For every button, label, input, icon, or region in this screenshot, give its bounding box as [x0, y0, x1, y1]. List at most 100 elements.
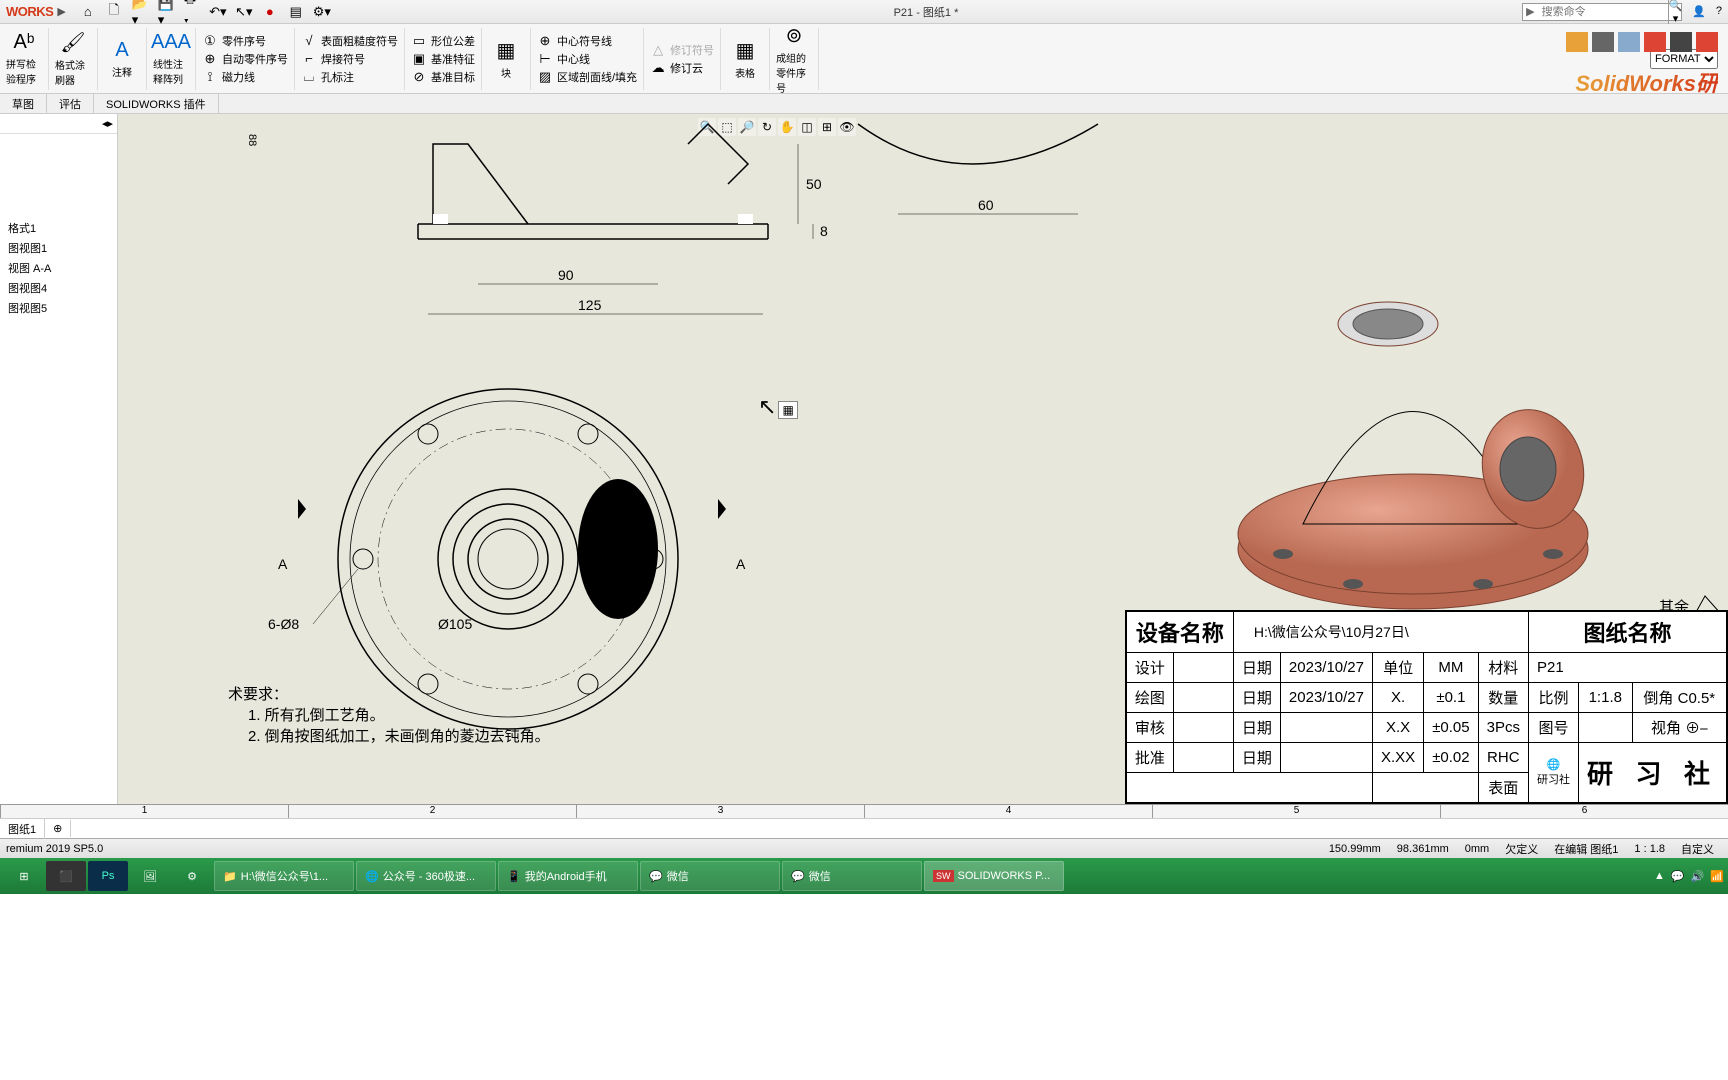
- options-icon[interactable]: ⚙▾: [314, 4, 330, 20]
- scale-status[interactable]: 1 : 1.8: [1634, 843, 1665, 855]
- svg-text:8: 8: [820, 223, 828, 239]
- system-tray[interactable]: ▲💬🔊📶: [1654, 870, 1724, 883]
- rev-symbol-button[interactable]: △修订符号: [650, 42, 714, 58]
- datum-button[interactable]: ▣基准特征: [411, 51, 475, 67]
- tree-node[interactable]: 格式1: [4, 218, 113, 238]
- svg-text:125: 125: [578, 297, 602, 313]
- title-right-icons: 👤 ?: [1692, 5, 1722, 18]
- color-swatch[interactable]: [1670, 32, 1692, 52]
- color-swatch[interactable]: [1592, 32, 1614, 52]
- surface-finish-button[interactable]: √表面粗糙度符号: [301, 33, 398, 49]
- tab-plugins[interactable]: SOLIDWORKS 插件: [94, 94, 219, 113]
- undo-icon[interactable]: ↶▾: [210, 4, 226, 20]
- svg-text:90: 90: [558, 267, 574, 283]
- tab-sketch[interactable]: 草图: [0, 94, 47, 113]
- hole-callout-button[interactable]: ⌴孔标注: [301, 69, 398, 85]
- add-sheet-icon[interactable]: ⊕: [45, 820, 71, 837]
- color-swatch[interactable]: [1696, 32, 1718, 52]
- svg-text:A: A: [736, 556, 746, 572]
- search-input[interactable]: [1538, 6, 1668, 18]
- task-wechat2[interactable]: 💬 微信: [782, 861, 922, 891]
- spellcheck-button[interactable]: Aᵇ拼写检验程序: [6, 31, 42, 86]
- help-icon[interactable]: ?: [1716, 5, 1722, 18]
- list-icon[interactable]: ▤: [288, 4, 304, 20]
- ribbon: Aᵇ拼写检验程序 🖌格式涂刷器 A注释 AAA线性注释阵列 ①零件序号 ⊕自动零…: [0, 24, 1728, 94]
- table-button[interactable]: ▦表格: [727, 38, 763, 80]
- tree-node[interactable]: 图视图4: [4, 278, 113, 298]
- bottom-ruler: 123 456: [0, 804, 1728, 818]
- title-block: 设备名称 H:\微信公众号\10月27日\ 图纸名称 设计 日期2023/10/…: [1125, 610, 1728, 804]
- open-icon[interactable]: 📂▾: [132, 4, 148, 20]
- color-swatch[interactable]: [1618, 32, 1640, 52]
- rebuild-icon[interactable]: ●: [262, 4, 278, 20]
- centermark-button[interactable]: ⊕中心符号线: [537, 33, 637, 49]
- coord-x: 150.99mm: [1329, 843, 1381, 855]
- svg-text:Ø105: Ø105: [438, 616, 472, 632]
- sheet-tab[interactable]: 图纸1: [0, 819, 45, 839]
- save-icon[interactable]: 💾▾: [158, 4, 174, 20]
- arrow-icon[interactable]: ▶: [57, 5, 65, 18]
- svg-text:50: 50: [806, 176, 822, 192]
- version-text: remium 2019 SP5.0: [6, 843, 1321, 855]
- select-icon[interactable]: ↖▾: [236, 4, 252, 20]
- custom-status[interactable]: 自定义: [1681, 841, 1714, 857]
- app-logo: WORKS: [6, 4, 53, 19]
- home-icon[interactable]: ⌂: [80, 4, 96, 20]
- note-button[interactable]: A注释: [104, 39, 140, 79]
- task-icon[interactable]: ⬛: [46, 861, 86, 891]
- block-button[interactable]: ▦块: [488, 38, 524, 80]
- tech-title: 术要求：: [228, 683, 550, 704]
- format-painter-button[interactable]: 🖌格式涂刷器: [55, 30, 91, 87]
- task-explorer[interactable]: 📁 H:\微信公众号\1...: [214, 861, 354, 891]
- document-title: P21 - 图纸1 *: [330, 4, 1522, 20]
- magnet-line-button[interactable]: ⟟磁力线: [202, 69, 288, 85]
- tech-line: 1. 所有孔倒工艺角。: [228, 704, 550, 725]
- search-play-icon: ▶: [1523, 5, 1537, 18]
- start-button[interactable]: ⊞: [4, 861, 44, 891]
- color-swatch[interactable]: [1566, 32, 1588, 52]
- task-ps[interactable]: Ps: [88, 861, 128, 891]
- task-icon[interactable]: 🖼: [130, 861, 170, 891]
- isometric-render: [1223, 269, 1613, 619]
- auto-balloon-button[interactable]: ⊕自动零件序号: [202, 51, 288, 67]
- task-android[interactable]: 📱 我的Android手机: [498, 861, 638, 891]
- tree-node[interactable]: 视图 A-A: [4, 258, 113, 278]
- centerline-button[interactable]: ⊢中心线: [537, 51, 637, 67]
- grouped-balloon-button[interactable]: ⊚成组的零件序号: [776, 23, 812, 95]
- color-swatch[interactable]: [1644, 32, 1666, 52]
- tree-node[interactable]: 图视图1: [4, 238, 113, 258]
- hatch-button[interactable]: ▨区域剖面线/填充: [537, 69, 637, 85]
- feature-tree: 格式1 图视图1 视图 A-A 图视图4 图视图5: [0, 214, 117, 322]
- panel-expand-icon[interactable]: ▸: [107, 117, 113, 130]
- watermark-text: SolidWorks研: [1575, 66, 1718, 98]
- feature-tree-panel: ◂ ▸ 格式1 图视图1 视图 A-A 图视图4 图视图5: [0, 114, 118, 804]
- tech-line: 2. 倒角按图纸加工，未画倒角的菱边去钝角。: [228, 725, 550, 746]
- new-icon[interactable]: 🗋: [106, 4, 122, 20]
- print-icon[interactable]: 🖶▾: [184, 4, 200, 20]
- weld-symbol-button[interactable]: ⌐焊接符号: [301, 51, 398, 67]
- front-view: 50 8 90 125: [258, 114, 838, 334]
- svg-text:A: A: [278, 556, 288, 572]
- command-tabs: 草图 评估 SOLIDWORKS 插件: [0, 94, 1728, 114]
- tab-evaluate[interactable]: 评估: [47, 94, 94, 113]
- tree-node[interactable]: 图视图5: [4, 298, 113, 318]
- ruler-dim: 88: [246, 134, 258, 146]
- rev-cloud-button[interactable]: ☁修订云: [650, 60, 714, 76]
- geotol-button[interactable]: ▭形位公差: [411, 33, 475, 49]
- task-icon[interactable]: ⚙: [172, 861, 212, 891]
- detail-view: 60: [838, 114, 1138, 234]
- linear-pattern-button[interactable]: AAA线性注释阵列: [153, 31, 189, 86]
- datum-target-button[interactable]: ⊘基准目标: [411, 69, 475, 85]
- user-icon[interactable]: 👤: [1692, 5, 1706, 18]
- task-wechat[interactable]: 💬 微信: [640, 861, 780, 891]
- windows-taskbar: ⊞ ⬛ Ps 🖼 ⚙ 📁 H:\微信公众号\1... 🌐 公众号 - 360极速…: [0, 858, 1728, 894]
- task-browser[interactable]: 🌐 公众号 - 360极速...: [356, 861, 496, 891]
- balloon-button[interactable]: ①零件序号: [202, 33, 288, 49]
- drawing-canvas[interactable]: 🔍 ⬚ 🔎 ↻ ✋ ◫ ⊞ 👁 88 50 8 90: [118, 114, 1728, 804]
- search-box[interactable]: ▶ 🔍▾: [1522, 3, 1682, 21]
- appearance-icons: [1566, 32, 1718, 52]
- task-solidworks[interactable]: SW SOLIDWORKS P...: [924, 861, 1064, 891]
- search-icon[interactable]: 🔍▾: [1668, 0, 1683, 25]
- title-bar: WORKS ▶ ⌂ 🗋 📂▾ 💾▾ 🖶▾ ↶▾ ↖▾ ● ▤ ⚙▾ P21 - …: [0, 0, 1728, 24]
- quick-toolbar: ⌂ 🗋 📂▾ 💾▾ 🖶▾ ↶▾ ↖▾ ● ▤ ⚙▾: [80, 4, 330, 20]
